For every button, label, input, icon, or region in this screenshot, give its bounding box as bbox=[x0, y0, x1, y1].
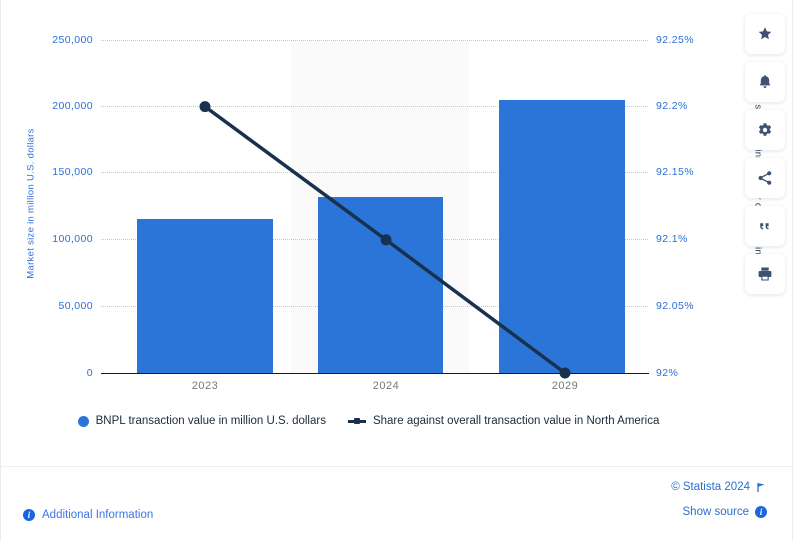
x-axis-tick-2029: 2029 bbox=[551, 380, 579, 392]
left-axis-tick: 150,000 bbox=[52, 166, 93, 178]
bar-2024[interactable] bbox=[318, 197, 443, 373]
legend-label: BNPL transaction value in million U.S. d… bbox=[95, 415, 326, 427]
x-axis-tick-2023: 2023 bbox=[191, 380, 219, 392]
print-button[interactable] bbox=[745, 254, 785, 294]
right-axis-tick: 92.1% bbox=[656, 233, 688, 245]
info-icon: i bbox=[23, 509, 35, 521]
chart-legend: BNPL transaction value in million U.S. d… bbox=[1, 415, 736, 427]
tool-rail bbox=[745, 14, 785, 294]
additional-information-label: Additional Information bbox=[42, 509, 154, 521]
show-source-link[interactable]: Show source i bbox=[683, 506, 767, 518]
share-button[interactable] bbox=[745, 158, 785, 198]
left-axis-tick: 0 bbox=[86, 367, 93, 379]
citation-quote-icon bbox=[760, 223, 769, 230]
left-axis-tick: 250,000 bbox=[52, 34, 93, 46]
x-axis-line bbox=[101, 373, 649, 374]
chart-page: 0 50,000 100,000 150,000 200,000 250,000… bbox=[0, 0, 793, 541]
legend-item-bnpl-transaction-value[interactable]: BNPL transaction value in million U.S. d… bbox=[77, 415, 326, 427]
cite-button[interactable] bbox=[745, 206, 785, 246]
left-axis-ticks: 0 50,000 100,000 150,000 200,000 250,000 bbox=[1, 0, 93, 466]
additional-information-link[interactable]: i Additional Information bbox=[23, 509, 153, 521]
info-icon: i bbox=[755, 506, 767, 518]
print-icon bbox=[758, 267, 772, 281]
left-axis-title: Market size in million U.S. dollars bbox=[25, 128, 37, 279]
x-axis-tick-2024: 2024 bbox=[372, 380, 400, 392]
notification-bell-icon bbox=[759, 75, 771, 88]
settings-gear-icon bbox=[758, 123, 772, 136]
left-axis-tick: 50,000 bbox=[58, 300, 93, 312]
notifications-button[interactable] bbox=[745, 62, 785, 102]
right-axis-ticks: 92% 92.05% 92.1% 92.15% 92.2% 92.25% bbox=[656, 0, 716, 466]
chart-container: 0 50,000 100,000 150,000 200,000 250,000… bbox=[1, 0, 764, 466]
right-axis-tick: 92% bbox=[656, 367, 679, 379]
flag-icon bbox=[757, 482, 765, 492]
show-source-label: Show source bbox=[682, 506, 749, 518]
plot-area bbox=[101, 40, 648, 373]
copyright-label: © Statista 2024 bbox=[671, 481, 750, 493]
legend-line-marker-icon bbox=[347, 416, 366, 427]
chart-footer: i Additional Information © Statista 2024… bbox=[1, 466, 793, 541]
legend-label: Share against overall transaction value … bbox=[372, 415, 660, 427]
left-axis-tick: 200,000 bbox=[52, 100, 93, 112]
legend-dot-icon bbox=[77, 415, 89, 427]
settings-button[interactable] bbox=[745, 110, 785, 150]
favorite-button[interactable] bbox=[745, 14, 785, 54]
bar-2029[interactable] bbox=[499, 99, 625, 373]
right-axis-tick: 92.15% bbox=[656, 166, 695, 178]
right-axis-tick: 92.2% bbox=[656, 100, 688, 112]
share-icon bbox=[758, 171, 772, 185]
legend-item-share-against-overall[interactable]: Share against overall transaction value … bbox=[347, 415, 660, 427]
gridline bbox=[101, 40, 648, 41]
statista-copyright: © Statista 2024 bbox=[671, 481, 767, 493]
right-axis-tick: 92.05% bbox=[656, 300, 695, 312]
right-axis-tick: 92.25% bbox=[656, 34, 695, 46]
bar-2023[interactable] bbox=[137, 219, 273, 373]
left-axis-tick: 100,000 bbox=[52, 233, 93, 245]
favorite-star-icon bbox=[758, 27, 772, 40]
